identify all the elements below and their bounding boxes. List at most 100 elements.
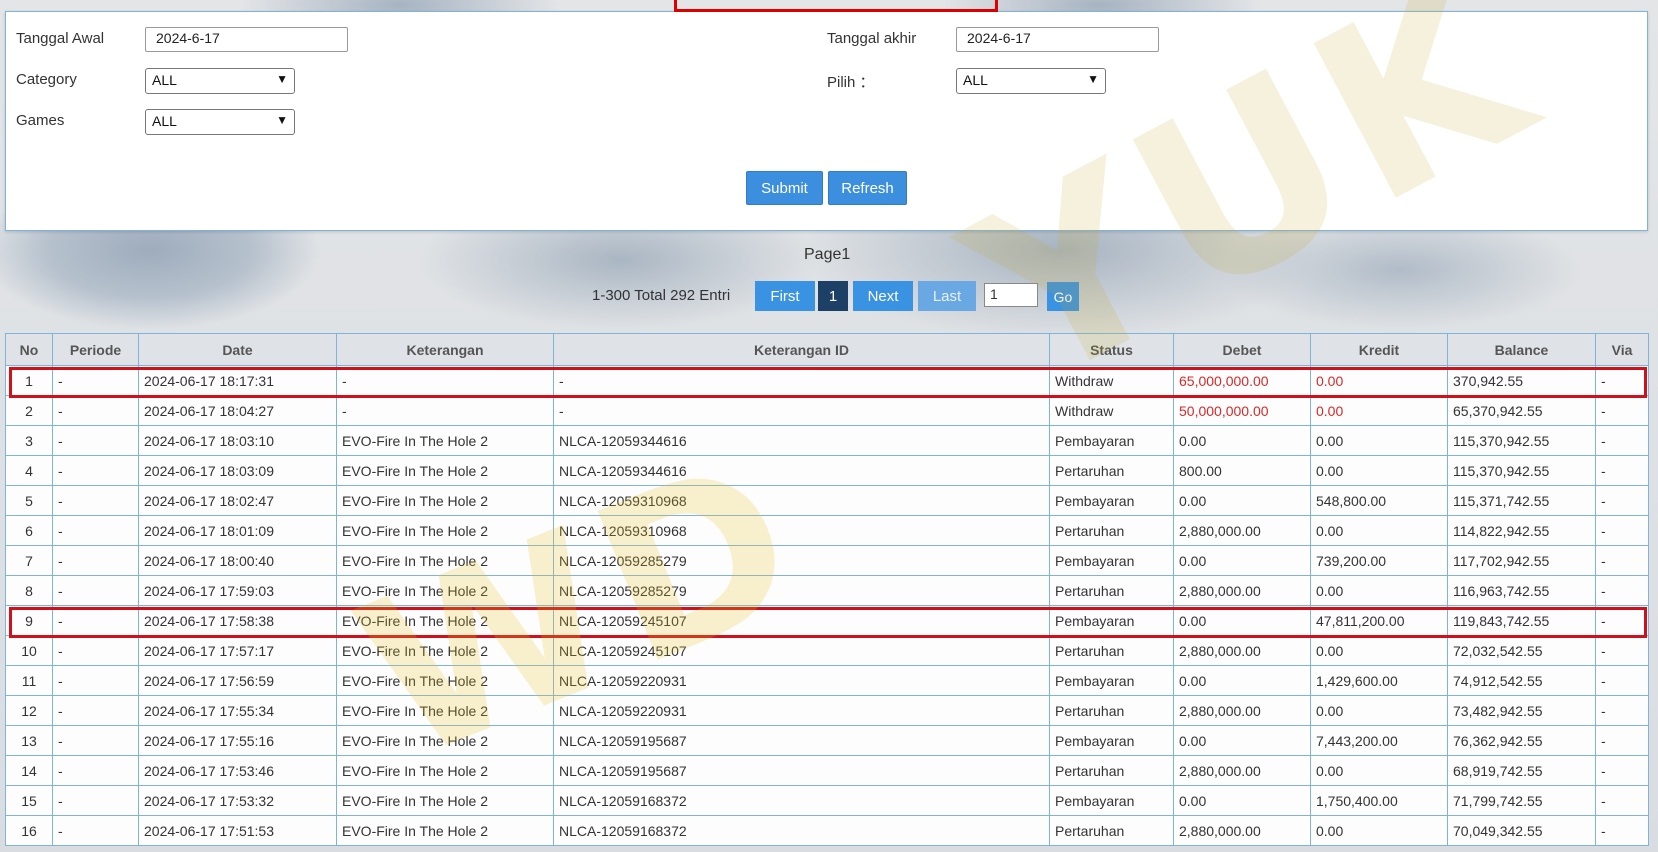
games-select-value: ALL bbox=[152, 113, 177, 129]
table-cell: - bbox=[336, 365, 554, 396]
table-cell: 2024-06-17 17:59:03 bbox=[138, 575, 337, 606]
table-cell: NLCA-12059344616 bbox=[553, 425, 1050, 456]
pilih-select-value: ALL bbox=[963, 72, 988, 88]
table-cell: 2024-06-17 17:51:53 bbox=[138, 815, 337, 846]
table-cell: EVO-Fire In The Hole 2 bbox=[336, 425, 554, 456]
table-cell: NLCA-12059220931 bbox=[553, 695, 1050, 726]
table-cell: 2024-06-17 17:55:16 bbox=[138, 725, 337, 756]
go-button[interactable]: Go bbox=[1047, 282, 1079, 311]
table-cell: 0.00 bbox=[1173, 785, 1311, 816]
table-cell: 2024-06-17 17:53:32 bbox=[138, 785, 337, 816]
table-row: 1-2024-06-17 18:17:31- - Withdraw 65,000,00… bbox=[5, 365, 1649, 396]
games-select[interactable]: ALL ▼ bbox=[145, 109, 295, 135]
start-date-label: Tanggal Awal bbox=[16, 30, 105, 47]
category-label: Category bbox=[16, 71, 77, 88]
submit-button[interactable]: Submit bbox=[746, 171, 823, 205]
table-cell: - bbox=[1595, 725, 1649, 756]
table-cell: 2 bbox=[5, 395, 53, 426]
refresh-button[interactable]: Refresh bbox=[828, 171, 907, 205]
table-cell: - bbox=[1595, 695, 1649, 726]
table-cell: EVO-Fire In The Hole 2 bbox=[336, 755, 554, 786]
table-cell: NLCA-12059195687 bbox=[553, 725, 1050, 756]
page-title: Page1 bbox=[804, 246, 851, 263]
table-cell: NLCA-12059220931 bbox=[553, 665, 1050, 696]
category-select[interactable]: ALL ▼ bbox=[145, 68, 295, 94]
table-cell: - bbox=[52, 425, 139, 456]
table-cell: 0.00 bbox=[1173, 485, 1311, 516]
table-row: 15-2024-06-17 17:53:32 EVO-Fire In The Ho… bbox=[5, 785, 1649, 816]
table-cell: 115,371,742.55 bbox=[1447, 485, 1596, 516]
table-cell: - bbox=[52, 785, 139, 816]
pilih-select[interactable]: ALL ▼ bbox=[956, 68, 1106, 94]
table-cell: 6 bbox=[5, 515, 53, 546]
table-cell: - bbox=[52, 545, 139, 576]
table-cell: Pembayaran bbox=[1049, 485, 1174, 516]
table-cell: - bbox=[52, 515, 139, 546]
table-cell: 73,482,942.55 bbox=[1447, 695, 1596, 726]
table-cell: - bbox=[1595, 815, 1649, 846]
table-cell: Pertaruhan bbox=[1049, 455, 1174, 486]
end-date-label: Tanggal akhir bbox=[827, 30, 917, 47]
table-cell: 2024-06-17 18:00:40 bbox=[138, 545, 337, 576]
column-header: Status bbox=[1049, 333, 1174, 366]
table-cell: 2,880,000.00 bbox=[1173, 635, 1311, 666]
table-cell: - bbox=[1595, 635, 1649, 666]
chevron-down-icon: ▼ bbox=[1087, 72, 1099, 86]
table-cell: EVO-Fire In The Hole 2 bbox=[336, 785, 554, 816]
table-cell: - bbox=[52, 665, 139, 696]
column-header: Kredit bbox=[1310, 333, 1448, 366]
table-cell: 11 bbox=[5, 665, 53, 696]
table-cell: Pertaruhan bbox=[1049, 635, 1174, 666]
table-cell: Pembayaran bbox=[1049, 665, 1174, 696]
table-cell: - bbox=[1595, 455, 1649, 486]
table-row: 16-2024-06-17 17:51:53 EVO-Fire In The Ho… bbox=[5, 815, 1649, 846]
table-cell: 5 bbox=[5, 485, 53, 516]
table-cell: 119,843,742.55 bbox=[1447, 605, 1596, 636]
table-cell: - bbox=[1595, 545, 1649, 576]
table-cell: EVO-Fire In The Hole 2 bbox=[336, 455, 554, 486]
table-cell: 2,880,000.00 bbox=[1173, 755, 1311, 786]
table-cell: - bbox=[336, 395, 554, 426]
table-row: 13-2024-06-17 17:55:16 EVO-Fire In The Ho… bbox=[5, 725, 1649, 756]
end-date-input[interactable]: 2024-6-17 bbox=[956, 27, 1159, 52]
table-cell: 0.00 bbox=[1310, 755, 1448, 786]
table-cell: 13 bbox=[5, 725, 53, 756]
table-cell: Pembayaran bbox=[1049, 785, 1174, 816]
table-cell: - bbox=[1595, 485, 1649, 516]
table-cell: 0.00 bbox=[1310, 425, 1448, 456]
table-cell: 117,702,942.55 bbox=[1447, 545, 1596, 576]
column-header: No bbox=[5, 333, 53, 366]
first-page-button[interactable]: First bbox=[755, 281, 815, 311]
current-page-button[interactable]: 1 bbox=[818, 281, 848, 311]
table-cell: EVO-Fire In The Hole 2 bbox=[336, 485, 554, 516]
table-cell: 2024-06-17 17:57:17 bbox=[138, 635, 337, 666]
table-cell: 8 bbox=[5, 575, 53, 606]
next-page-button[interactable]: Next bbox=[853, 281, 913, 311]
table-cell: 0.00 bbox=[1310, 815, 1448, 846]
table-cell: 0.00 bbox=[1310, 695, 1448, 726]
table-cell: EVO-Fire In The Hole 2 bbox=[336, 635, 554, 666]
table-cell: 74,912,542.55 bbox=[1447, 665, 1596, 696]
table-cell: 72,032,542.55 bbox=[1447, 635, 1596, 666]
table-cell: 0.00 bbox=[1310, 635, 1448, 666]
table-cell: EVO-Fire In The Hole 2 bbox=[336, 515, 554, 546]
total-entries-text: 1-300 Total 292 Entri bbox=[592, 287, 731, 304]
table-cell: 47,811,200.00 bbox=[1310, 605, 1448, 636]
page-number-input[interactable]: 1 bbox=[984, 283, 1038, 307]
table-cell: NLCA-12059245107 bbox=[553, 635, 1050, 666]
table-cell: 7 bbox=[5, 545, 53, 576]
table-cell: 0.00 bbox=[1173, 665, 1311, 696]
table-row: 11-2024-06-17 17:56:59 EVO-Fire In The Ho… bbox=[5, 665, 1649, 696]
start-date-input[interactable]: 2024-6-17 bbox=[145, 27, 348, 52]
table-cell: 68,919,742.55 bbox=[1447, 755, 1596, 786]
table-cell: 15 bbox=[5, 785, 53, 816]
last-page-button[interactable]: Last bbox=[918, 281, 976, 311]
table-cell: 2024-06-17 17:53:46 bbox=[138, 755, 337, 786]
table-cell: EVO-Fire In The Hole 2 bbox=[336, 665, 554, 696]
table-cell: 70,049,342.55 bbox=[1447, 815, 1596, 846]
table-cell: 2,880,000.00 bbox=[1173, 515, 1311, 546]
table-cell: - bbox=[1595, 575, 1649, 606]
table-cell: 1,429,600.00 bbox=[1310, 665, 1448, 696]
table-cell: Pembayaran bbox=[1049, 425, 1174, 456]
table-cell: 739,200.00 bbox=[1310, 545, 1448, 576]
